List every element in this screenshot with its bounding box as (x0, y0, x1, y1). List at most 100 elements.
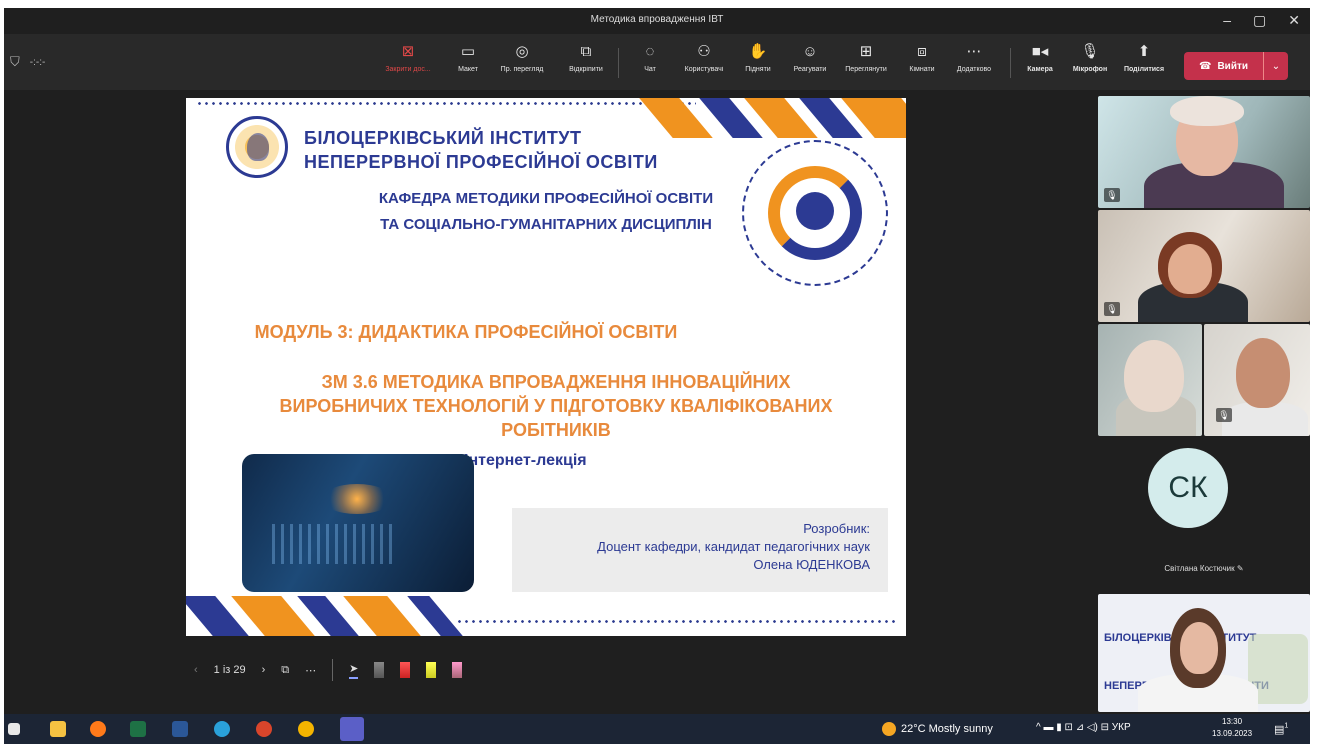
slide-dots-top (196, 102, 696, 105)
sun-icon (882, 722, 896, 736)
participant-video-1[interactable]: 🎙 (1098, 96, 1310, 208)
presenter-video[interactable]: БІЛОЦЕРКІВ ИЙ ІНСТИТУТ НЕПЕРЕРВНО ІЙНОЇ … (1098, 594, 1310, 712)
meeting-timer: -:-:- (29, 56, 46, 68)
previous-slide-button[interactable]: ‹ (194, 664, 198, 676)
window-title: Методика впровадження ІВТ (590, 14, 724, 25)
author-name: Олена ЮДЕНКОВА (753, 557, 870, 572)
hand-icon: ✋ (748, 43, 768, 60)
notification-icon[interactable]: ▤1 (1274, 721, 1288, 736)
mic-button[interactable]: 🎙 Мікрофон (1064, 42, 1116, 73)
module-title: МОДУЛЬ 3: ДИДАКТИКА ПРОФЕСІЙНОЇ ОСВІТИ (254, 322, 678, 342)
mic-icon: 🎙 (1104, 188, 1120, 202)
red-pen-icon[interactable] (400, 662, 411, 678)
mic-off-icon: ✎ (1236, 564, 1244, 573)
pop-out-button[interactable]: ⧉ Відкріпити (560, 42, 612, 73)
start-icon[interactable] (8, 723, 20, 735)
chevron-down-icon[interactable]: ⌄ (1264, 61, 1288, 72)
system-tray[interactable]: ^ ▬ ▮ ⊡ ⊿ ◁) ⊟ УКР (1036, 722, 1131, 733)
pop-out-icon: ⧉ (580, 43, 592, 60)
windows-taskbar: 22°C Mostly sunny ^ ▬ ▮ ⊡ ⊿ ◁) ⊟ УКР 13:… (4, 714, 1310, 744)
mic-icon: 🎙 (1080, 43, 1100, 60)
weather-widget[interactable]: 22°C Mostly sunny (882, 722, 993, 736)
chat-button[interactable]: ◌ Чат (624, 42, 676, 73)
meeting-info: ⛉ -:-:- (10, 54, 45, 70)
maximize-button[interactable]: ▢ (1253, 10, 1266, 30)
slide-counter: 1 із 29 (213, 664, 246, 676)
leave-label: Вийти (1217, 60, 1249, 72)
phone-hangup-icon: ☎ (1198, 60, 1212, 72)
telegram-icon[interactable] (214, 721, 230, 737)
raise-hand-button[interactable]: ✋ Підняти (732, 42, 784, 73)
institute-name: БІЛОЦЕРКІВСЬКИЙ ІНСТИТУТ НЕПЕРЕРВНОЇ ПРО… (304, 128, 658, 172)
chat-icon: ◌ (645, 43, 655, 60)
participant-video-3[interactable] (1098, 324, 1202, 436)
react-button[interactable]: ☺ Реагувати (784, 42, 836, 73)
next-slide-button[interactable]: › (262, 664, 266, 676)
pen-icon[interactable] (374, 662, 385, 678)
teams-meeting-window: Методика впровадження ІВТ ‒ ▢ ✕ ⛉ -:-:- … (4, 8, 1310, 744)
clock[interactable]: 13:30 13.09.2023 (1212, 716, 1252, 740)
toolbar-divider (1010, 48, 1011, 78)
word-icon[interactable] (172, 721, 188, 737)
lecture-type: Інтернет-лекція (464, 452, 587, 469)
layout-button[interactable]: ▭ Макет (442, 42, 494, 73)
participant-avatar-tile[interactable]: СК Світлана Костючик ✎ (1098, 440, 1310, 590)
breakout-rooms-button[interactable]: ⧈ Кімнати (896, 42, 948, 73)
view-button[interactable]: ⊞ Переглянути (840, 42, 892, 73)
stop-share-icon: ⊠ (401, 43, 415, 60)
people-button[interactable]: ⚇ Користувачі (678, 42, 730, 73)
rooms-icon: ⧈ (917, 43, 927, 60)
window-controls: ‒ ▢ ✕ (1223, 10, 1300, 30)
shared-content-stage: БІЛОЦЕРКІВСЬКИЙ ІНСТИТУТ НЕПЕРЕРВНОЇ ПРО… (4, 90, 1094, 714)
stop-sharing-button[interactable]: ⊠ Закрити дос... (382, 42, 434, 73)
grid-icon: ⊞ (859, 43, 873, 60)
excel-icon[interactable] (130, 721, 146, 737)
mic-icon: 🎙 (1216, 408, 1232, 422)
teams-icon[interactable] (340, 717, 364, 741)
firefox-icon[interactable] (90, 721, 106, 737)
layout-icon: ▭ (460, 43, 476, 60)
toolbar-divider (618, 48, 619, 78)
slide-stripe (343, 596, 421, 636)
leave-button[interactable]: ☎ Вийти ⌄ (1184, 52, 1288, 80)
more-icon[interactable]: ⋯ (305, 664, 316, 677)
laser-pointer-icon[interactable]: ➤ (349, 662, 359, 679)
slide-dots-bottom (456, 620, 896, 623)
avatar: СК (1148, 448, 1228, 528)
participant-video-2[interactable]: 🎙 (1098, 210, 1310, 322)
author-position: Доцент кафедри, кандидат педагогічних на… (597, 539, 870, 554)
slide-illustration (242, 454, 474, 592)
share-icon: ⬆ (1137, 43, 1151, 60)
eraser-icon[interactable] (452, 662, 463, 678)
eye-icon: ◎ (515, 43, 529, 60)
close-button[interactable]: ✕ (1288, 10, 1300, 30)
participant-video-4[interactable]: 🎙 (1204, 324, 1310, 436)
topic-title: ЗМ 3.6 МЕТОДИКА ВПРОВАДЖЕННЯ ІННОВАЦІЙНИ… (279, 372, 833, 440)
share-button[interactable]: ⬆ Поділитися (1118, 42, 1170, 73)
file-explorer-icon[interactable] (50, 721, 66, 737)
more-icon: ⋯ (966, 43, 982, 60)
participant-name: Світлана Костючик ✎ (1164, 564, 1244, 573)
chrome-icon[interactable] (298, 721, 314, 737)
slide-grid-icon[interactable]: ⧉ (281, 664, 289, 677)
camera-icon: ■◂ (1031, 43, 1049, 60)
author-box: Розробник: Доцент кафедри, кандидат педа… (512, 508, 888, 592)
author-label: Розробник: (803, 521, 870, 536)
mic-icon: 🎙 (1104, 302, 1120, 316)
camera-button[interactable]: ■◂ Камера (1014, 42, 1066, 73)
department-gear-logo (742, 140, 888, 286)
smile-icon: ☺ (802, 43, 818, 60)
meeting-toolbar: ⛉ -:-:- ⊠ Закрити дос... ▭ Макет ◎ Пр. п… (4, 34, 1310, 90)
title-bar: Методика впровадження ІВТ ‒ ▢ ✕ (4, 8, 1310, 34)
institute-logo (226, 116, 288, 178)
department-name: КАФЕДРА МЕТОДИКИ ПРОФЕСІЙНОЇ ОСВІТИ ТА С… (378, 190, 714, 233)
highlighter-icon[interactable] (426, 662, 437, 678)
shield-icon[interactable]: ⛉ (10, 54, 20, 70)
leave-main[interactable]: ☎ Вийти (1184, 52, 1264, 80)
more-actions-button[interactable]: ⋯ Додатково (948, 42, 1000, 73)
people-icon: ⚇ (697, 43, 711, 60)
presenter-view-button[interactable]: ◎ Пр. перегляд (496, 42, 548, 73)
minimize-button[interactable]: ‒ (1223, 10, 1231, 30)
presentation-slide: БІЛОЦЕРКІВСЬКИЙ ІНСТИТУТ НЕПЕРЕРВНОЇ ПРО… (186, 98, 906, 636)
media-player-icon[interactable] (256, 721, 272, 737)
